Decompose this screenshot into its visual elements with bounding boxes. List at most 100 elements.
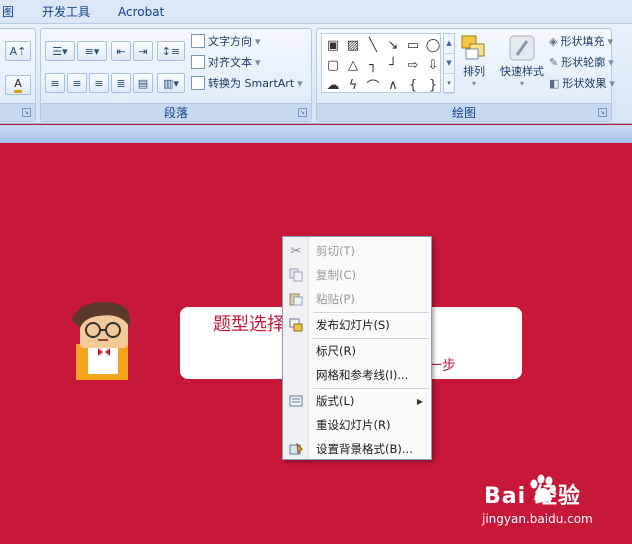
menu-item-publish-slides[interactable]: 发布幻灯片(S) [283, 313, 431, 337]
distributed-icon: ▤ [137, 76, 149, 90]
text-direction-button[interactable]: 文字方向 ▾ [191, 33, 261, 49]
line-spacing-button[interactable]: ↕≡ [157, 41, 185, 61]
increase-indent-icon: ⇥ [138, 44, 148, 58]
menu-item-reset-slide[interactable]: 重设幻灯片(R) [283, 413, 431, 437]
align-right-button[interactable]: ≡ [89, 73, 109, 93]
down-arrow-shape-icon[interactable]: ⇩ [424, 56, 442, 75]
gallery-scroll[interactable]: ▲ ▼ ▾ [443, 33, 455, 94]
cloud-shape-icon[interactable]: ☁ [324, 76, 342, 95]
watermark-url: jingyan.baidu.com [482, 512, 593, 526]
scroll-down-icon[interactable]: ▼ [444, 54, 454, 74]
align-right-icon: ≡ [94, 76, 104, 90]
scroll-up-icon[interactable]: ▲ [444, 34, 454, 54]
curve-shape-icon[interactable]: ∧ [384, 76, 402, 95]
line-shape-icon[interactable]: ╲ [364, 36, 382, 55]
menu-item-paste[interactable]: 粘贴(P) [283, 287, 431, 311]
font-color-button[interactable]: A [5, 75, 31, 95]
format-background-icon [288, 441, 304, 457]
menu-item-grid-guides[interactable]: 网格和参考线(I)... [283, 363, 431, 387]
menu-item-layout[interactable]: 版式(L) ▶ [283, 389, 431, 413]
text-effect-icon: A⇡ [9, 44, 27, 58]
dialog-launcher-icon[interactable]: ↘ [298, 108, 307, 117]
bullets-icon: ☰▾ [52, 44, 68, 58]
ribbon: A⇡ A ↘ ☰▾ ≡▾ ⇤ ⇥ ↕≡ 文字方向 ▾ 对齐文本 ▾ 转换为 Smar… [0, 24, 632, 124]
quick-styles-icon [509, 35, 535, 61]
lightning-shape-icon[interactable]: ϟ [344, 76, 362, 95]
paste-icon [288, 291, 304, 307]
rounded-rect-shape-icon[interactable]: ▢ [324, 56, 342, 75]
tab-view[interactable]: 图 [0, 0, 28, 24]
rectangle-shape-icon[interactable]: ▭ [404, 36, 422, 55]
font-group-partial: A⇡ A ↘ [0, 28, 36, 122]
chevron-down-icon: ▾ [471, 79, 476, 88]
justify-button[interactable]: ≣ [111, 73, 131, 93]
tab-acrobat[interactable]: Acrobat [104, 0, 178, 24]
arrange-icon [461, 35, 485, 60]
increase-indent-button[interactable]: ⇥ [133, 41, 153, 61]
textbox-shape-icon[interactable]: ▣ [324, 36, 342, 55]
smartart-icon [191, 76, 205, 90]
left-brace-shape-icon[interactable]: { [404, 76, 422, 95]
decrease-indent-button[interactable]: ⇤ [111, 41, 131, 61]
chevron-down-icon: ▾ [297, 76, 303, 90]
oval-shape-icon[interactable]: ◯ [424, 36, 442, 55]
chevron-down-icon: ▾ [255, 55, 261, 69]
elbow-arrow-shape-icon[interactable]: ┘ [384, 56, 402, 75]
numbering-button[interactable]: ≡▾ [77, 41, 107, 61]
arc-shape-icon[interactable]: ⌒ [364, 76, 382, 95]
quick-styles-button[interactable]: 快速样式 ▾ [495, 33, 549, 88]
triangle-shape-icon[interactable]: △ [344, 56, 362, 75]
ribbon-bottom-strip [0, 125, 632, 143]
font-color-icon: A [14, 77, 22, 93]
chevron-down-icon: ▾ [255, 34, 261, 48]
submenu-arrow-icon: ▶ [416, 396, 423, 406]
menu-item-cut[interactable]: ✂ 剪切(T) [283, 239, 431, 263]
slide-title-text[interactable]: 题型选择 [213, 310, 285, 336]
line-spacing-icon: ↕≡ [161, 44, 181, 58]
shape-outline-button[interactable]: ✎ 形状轮廓 ▾ [549, 54, 614, 70]
chevron-down-icon: ▾ [609, 76, 615, 90]
slide-subtitle-text[interactable]: 一步 [428, 355, 456, 375]
tab-developer[interactable]: 开发工具 [28, 0, 104, 24]
elbow-connector-shape-icon[interactable]: ┐ [364, 56, 382, 75]
scissors-icon: ✂ [290, 243, 302, 259]
right-arrow-shape-icon[interactable]: ⇨ [404, 56, 422, 75]
font-button[interactable]: A⇡ [5, 41, 31, 61]
align-center-button[interactable]: ≡ [67, 73, 87, 93]
gallery-more-icon[interactable]: ▾ [444, 74, 454, 94]
menu-item-format-background[interactable]: 设置背景格式(B)... [283, 437, 431, 461]
drawing-group-title: 绘图 [317, 103, 611, 121]
dialog-launcher-icon[interactable]: ↘ [22, 108, 31, 117]
convert-smartart-button[interactable]: 转换为 SmartArt ▾ [191, 75, 303, 91]
pencil-icon: ✎ [549, 55, 559, 69]
columns-button[interactable]: ▥▾ [157, 73, 185, 93]
image-shape-icon[interactable]: ▨ [344, 36, 362, 55]
align-left-icon: ≡ [50, 76, 60, 90]
text-direction-icon [191, 34, 205, 48]
paragraph-group: ☰▾ ≡▾ ⇤ ⇥ ↕≡ 文字方向 ▾ 对齐文本 ▾ 转换为 SmartArt ▾ ≡… [40, 28, 312, 122]
cartoon-character-illustration [72, 302, 130, 380]
ribbon-tab-bar: 图 开发工具 Acrobat [0, 0, 632, 24]
shape-effects-button[interactable]: ◧ 形状效果 ▾ [549, 75, 615, 91]
align-left-button[interactable]: ≡ [45, 73, 65, 93]
columns-icon: ▥▾ [163, 76, 179, 90]
context-menu: ✂ 剪切(T) 复制(C) 粘贴(P) 发布幻灯片(S) 标尺(R) 网格和参考… [282, 236, 432, 460]
menu-item-ruler[interactable]: 标尺(R) [283, 339, 431, 363]
right-brace-shape-icon[interactable]: } [424, 76, 442, 95]
publish-slides-icon [288, 317, 304, 333]
shape-effects-icon: ◧ [549, 76, 560, 90]
shape-fill-button[interactable]: ◈ 形状填充 ▾ [549, 33, 613, 49]
align-text-icon [191, 55, 205, 69]
arrange-button[interactable]: 排列 ▾ [455, 33, 493, 88]
menu-item-copy[interactable]: 复制(C) [283, 263, 431, 287]
bullets-button[interactable]: ☰▾ [45, 41, 75, 61]
decrease-indent-icon: ⇤ [116, 44, 126, 58]
dialog-launcher-icon[interactable]: ↘ [598, 108, 607, 117]
paint-bucket-icon: ◈ [549, 34, 558, 48]
chevron-down-icon: ▾ [608, 55, 614, 69]
distributed-button[interactable]: ▤ [133, 73, 153, 93]
arrow-line-shape-icon[interactable]: ↘ [384, 36, 402, 55]
shapes-gallery[interactable]: ▣ ▨ ╲ ↘ ▭ ◯ ▢ △ ┐ ┘ ⇨ ⇩ ☁ ϟ ⌒ ∧ { } [321, 33, 442, 95]
align-center-icon: ≡ [72, 76, 82, 90]
align-text-button[interactable]: 对齐文本 ▾ [191, 54, 261, 70]
